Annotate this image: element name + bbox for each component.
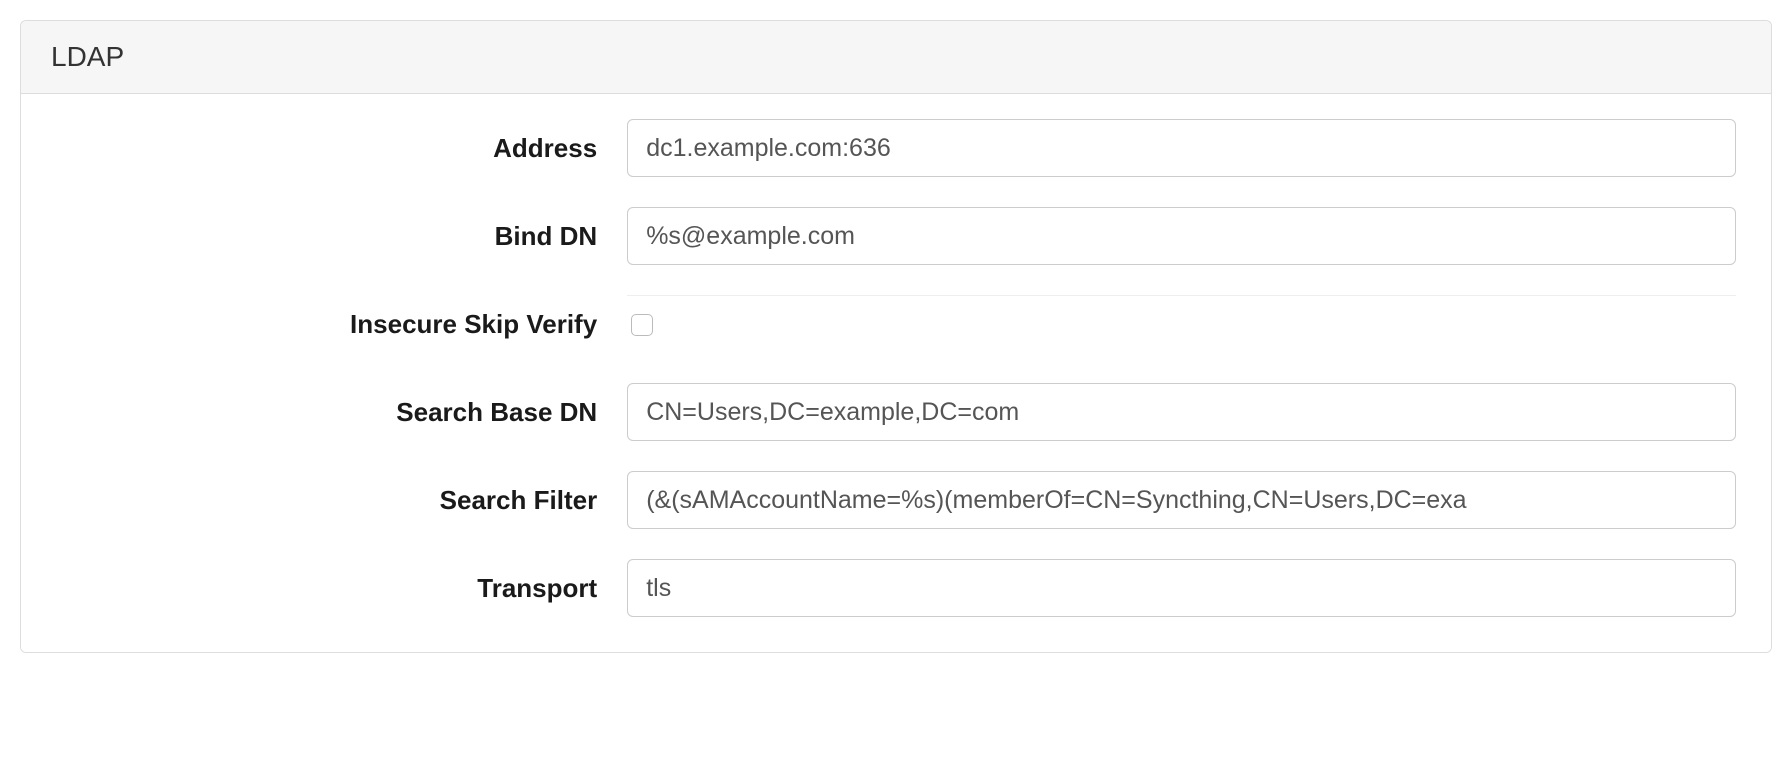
checkbox-wrap bbox=[627, 295, 1736, 353]
search-base-dn-label: Search Base DN bbox=[56, 397, 627, 428]
search-filter-label: Search Filter bbox=[56, 485, 627, 516]
bind-dn-label: Bind DN bbox=[56, 221, 627, 252]
insecure-skip-verify-control-wrap bbox=[627, 295, 1736, 353]
form-row-search-base-dn: Search Base DN bbox=[56, 383, 1736, 441]
address-input[interactable] bbox=[627, 119, 1736, 177]
search-filter-input[interactable] bbox=[627, 471, 1736, 529]
ldap-panel: LDAP Address Bind DN Insecure Skip Verif… bbox=[20, 20, 1772, 653]
transport-input[interactable] bbox=[627, 559, 1736, 617]
transport-control-wrap bbox=[627, 559, 1736, 617]
search-base-dn-input[interactable] bbox=[627, 383, 1736, 441]
insecure-skip-verify-checkbox[interactable] bbox=[631, 314, 653, 336]
form-row-address: Address bbox=[56, 119, 1736, 177]
address-control-wrap bbox=[627, 119, 1736, 177]
panel-body: Address Bind DN Insecure Skip Verify Sea… bbox=[21, 94, 1771, 652]
bind-dn-input[interactable] bbox=[627, 207, 1736, 265]
form-row-insecure-skip-verify: Insecure Skip Verify bbox=[56, 295, 1736, 353]
address-label: Address bbox=[56, 133, 627, 164]
transport-label: Transport bbox=[56, 573, 627, 604]
insecure-skip-verify-label: Insecure Skip Verify bbox=[56, 309, 627, 340]
bind-dn-control-wrap bbox=[627, 207, 1736, 265]
form-row-search-filter: Search Filter bbox=[56, 471, 1736, 529]
panel-title: LDAP bbox=[21, 21, 1771, 94]
form-row-transport: Transport bbox=[56, 559, 1736, 617]
search-base-dn-control-wrap bbox=[627, 383, 1736, 441]
search-filter-control-wrap bbox=[627, 471, 1736, 529]
form-row-bind-dn: Bind DN bbox=[56, 207, 1736, 265]
